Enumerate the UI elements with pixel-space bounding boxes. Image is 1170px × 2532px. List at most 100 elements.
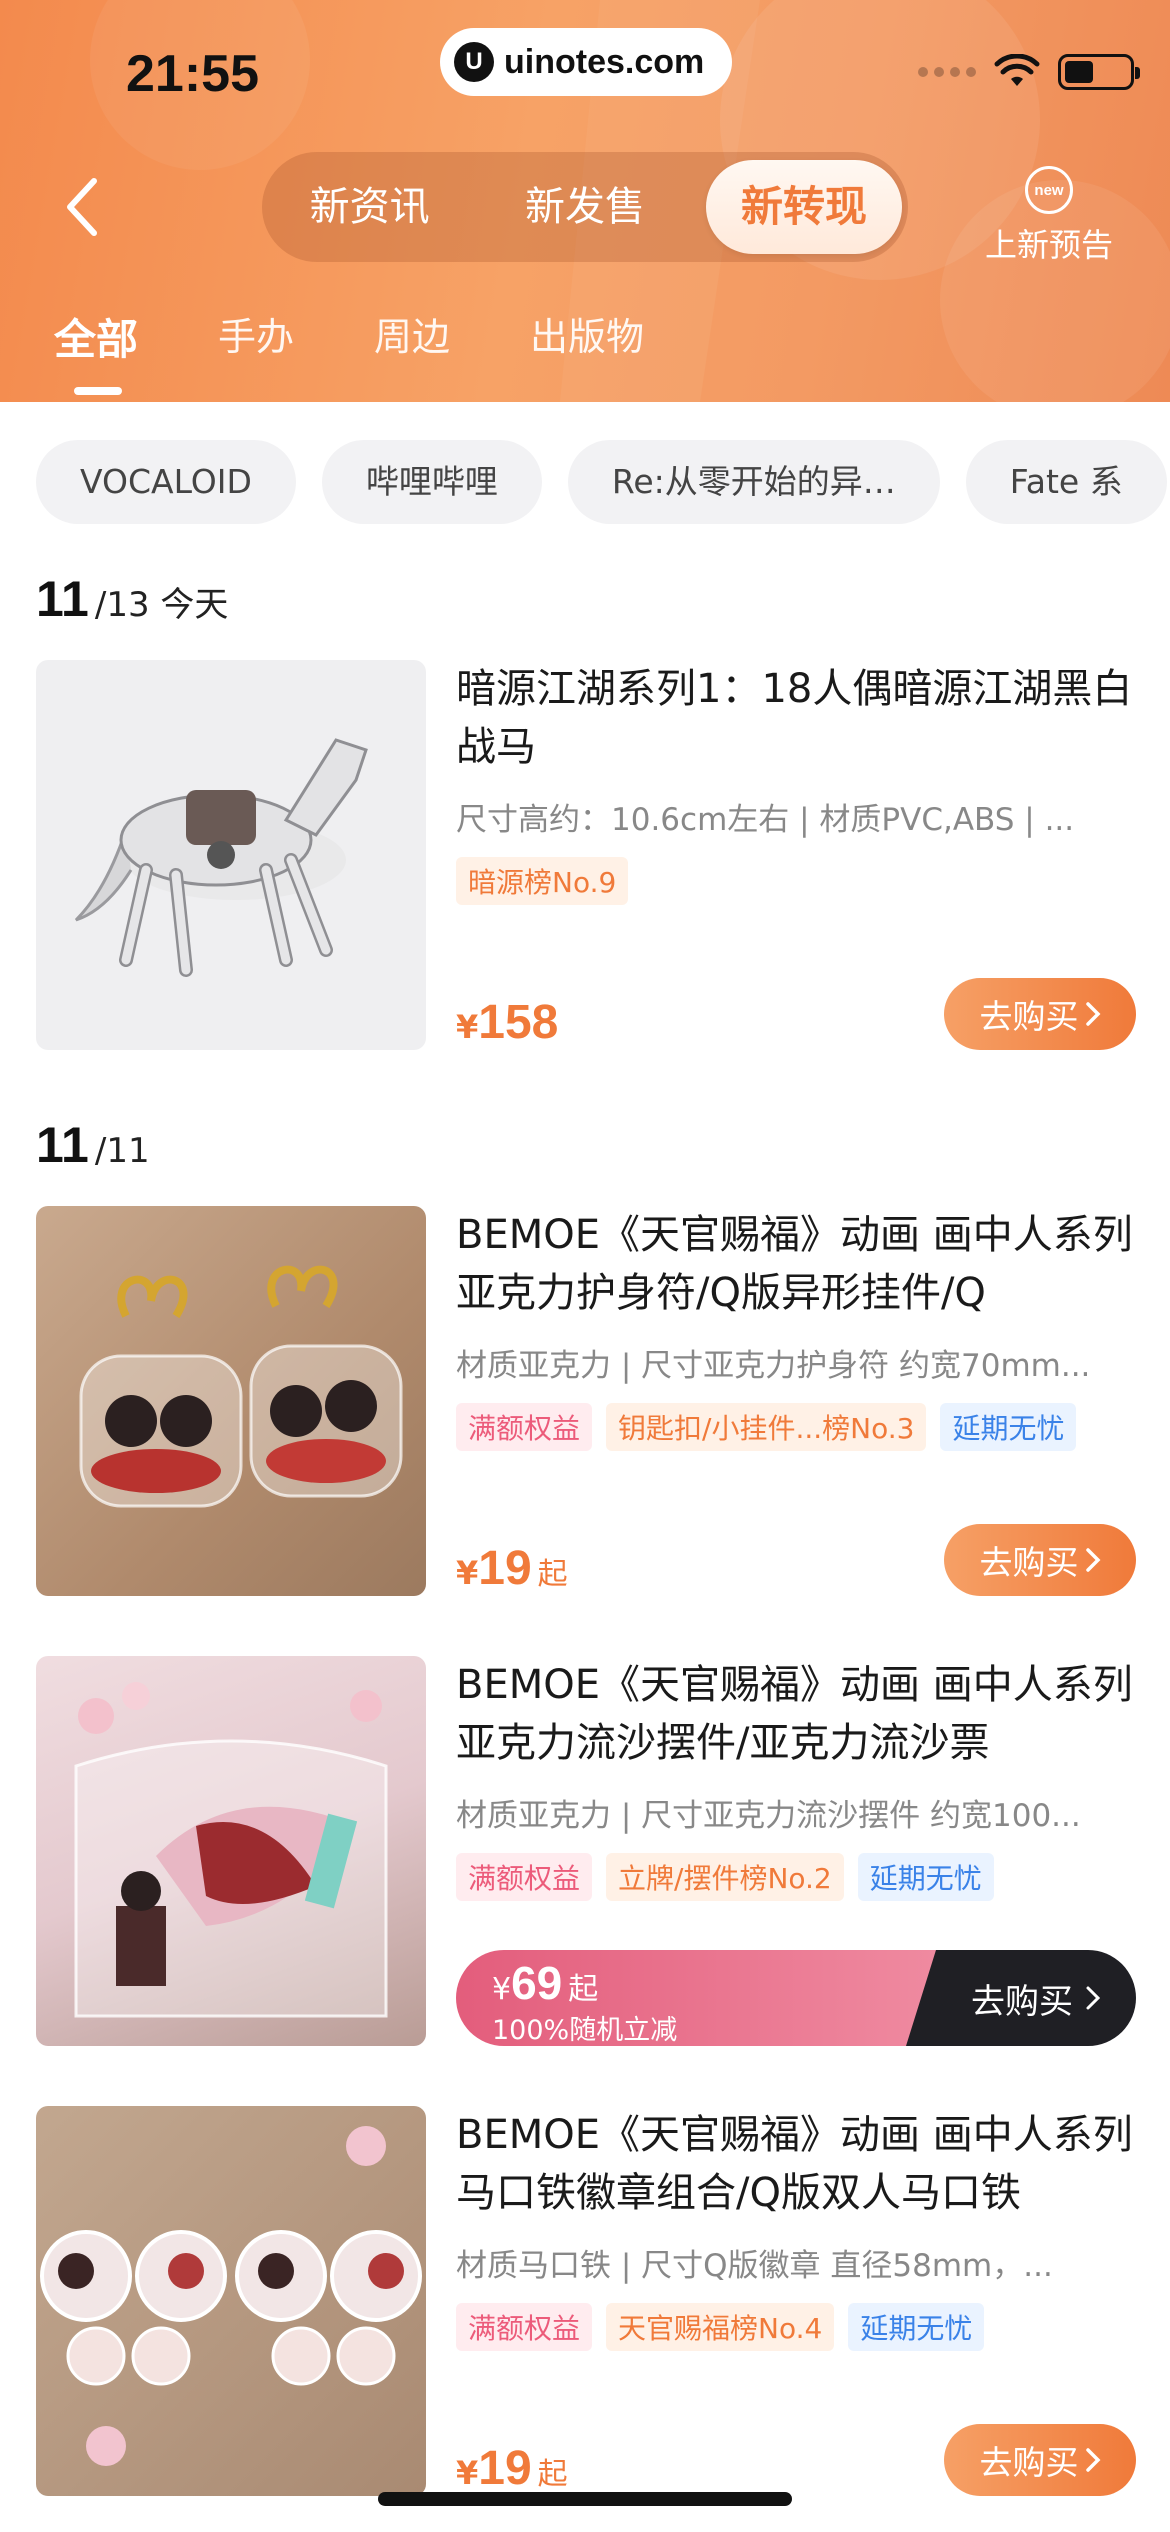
buy-button[interactable]: 去购买 <box>906 1950 1136 2046</box>
product-info: BEMOE《天官赐福》动画 画中人系列 马口铁徽章组合/Q版双人马口铁 材质马口… <box>456 2106 1136 2496</box>
benefit-tag: 满额权益 <box>456 2303 593 2351</box>
chevron-right-icon <box>1086 1986 1101 2010</box>
acrylic-charm-image <box>79 1265 403 1508</box>
benefit-tag: 满额权益 <box>456 1403 593 1451</box>
promo-price: ¥ 69 起 100%随机立减 <box>456 1950 936 2046</box>
chip-bilibili[interactable]: 哔哩哔哩 <box>321 440 542 524</box>
product-title[interactable]: BEMOE《天官赐福》动画 画中人系列 亚克力流沙摆件/亚克力流沙票 <box>456 1656 1136 1772</box>
chevron-right-icon <box>1085 2448 1100 2472</box>
url-pill: U uinotes.com <box>440 28 732 96</box>
buy-button[interactable]: 去购买 <box>944 1524 1136 1596</box>
rank-tag: 暗源榜No.9 <box>456 857 629 905</box>
price-suffix: 起 <box>537 2457 568 2492</box>
chevron-left-icon <box>67 178 97 236</box>
buy-button[interactable]: 去购买 <box>944 978 1136 1050</box>
product-card[interactable]: BEMOE《天官赐福》动画 画中人系列 亚克力护身符/Q版异形挂件/Q 材质亚克… <box>36 1206 1136 1596</box>
product-price: ¥ 19 起 <box>456 1541 568 1596</box>
acrylic-stand-image <box>74 1682 388 2018</box>
price-value: 158 <box>478 996 559 1049</box>
new-preview-button[interactable]: new 上新预告 <box>984 166 1114 266</box>
product-tags: 暗源榜No.9 <box>456 857 1136 905</box>
tab-all[interactable]: 全部 <box>54 306 138 395</box>
product-info: 暗源江湖系列1：18人偶暗源江湖黑白战马 尺寸高约：10.6cm左右 | 材质P… <box>456 660 1136 1050</box>
chip-rezero[interactable]: Re:从零开始的异… <box>567 440 940 524</box>
date-day: 11 <box>36 571 89 627</box>
back-button[interactable] <box>52 172 112 242</box>
date-rest: /11 <box>94 1131 150 1171</box>
buy-button-label: 去购买 <box>979 997 1079 1036</box>
date-day: 11 <box>36 1117 89 1173</box>
tab-figures[interactable]: 手办 <box>218 306 294 361</box>
price-value: 19 <box>478 1542 532 1595</box>
product-price: ¥ 158 <box>456 995 558 1050</box>
chevron-right-icon <box>1085 1548 1100 1572</box>
buy-button-label: 去购买 <box>979 1543 1079 1582</box>
product-spec: 材质马口铁 | 尺寸Q版徽章 直径58mm，... <box>456 2248 1053 2284</box>
rank-tag: 立牌/摆件榜No.2 <box>606 1853 844 1901</box>
delay-tag: 延期无忧 <box>848 2303 985 2351</box>
tab-publications[interactable]: 出版物 <box>530 306 644 361</box>
chip-vocaloid[interactable]: VOCALOID <box>36 440 296 524</box>
price-suffix: 起 <box>537 1557 568 1592</box>
product-spec: 尺寸高约：10.6cm左右 | 材质PVC,ABS | ... <box>456 802 1075 838</box>
product-price: ¥ 19 起 <box>456 2441 568 2496</box>
buy-button-label: 去购买 <box>971 1981 1073 2022</box>
product-title[interactable]: BEMOE《天官赐福》动画 画中人系列 亚克力护身符/Q版异形挂件/Q <box>456 1206 1136 1322</box>
promo-text: 100%随机立减 <box>492 2015 678 2046</box>
currency-symbol: ¥ <box>456 2454 479 2492</box>
category-tabs: 全部 手办 周边 出版物 <box>54 306 724 395</box>
product-image[interactable] <box>36 660 426 1050</box>
product-image[interactable] <box>36 2106 426 2496</box>
product-tags: 满额权益 钥匙扣/小挂件...榜No.3 延期无忧 <box>456 1403 1136 1451</box>
signal-icon <box>918 67 976 77</box>
rank-tag: 钥匙扣/小挂件...榜No.3 <box>606 1403 927 1451</box>
currency-symbol: ¥ <box>456 1008 479 1046</box>
product-info: BEMOE《天官赐福》动画 画中人系列 亚克力护身符/Q版异形挂件/Q 材质亚克… <box>456 1206 1136 1596</box>
product-spec: 材质亚克力 | 尺寸亚克力护身符 约宽70mm... <box>456 1348 1091 1384</box>
uinotes-logo-icon: U <box>454 42 494 82</box>
segment-resale[interactable]: 新转现 <box>706 160 902 254</box>
chevron-right-icon <box>1085 1002 1100 1026</box>
price-value: 19 <box>478 2442 532 2495</box>
date-header: 11 /13 今天 <box>36 570 228 628</box>
product-image[interactable] <box>36 1656 426 2046</box>
product-tags: 满额权益 立牌/摆件榜No.2 延期无忧 <box>456 1853 1136 1901</box>
rank-tag: 天官赐福榜No.4 <box>606 2303 835 2351</box>
price-suffix: 起 <box>568 1972 599 2007</box>
date-rest: /13 今天 <box>94 585 229 625</box>
horse-figure-image <box>74 738 368 977</box>
product-info: BEMOE《天官赐福》动画 画中人系列 亚克力流沙摆件/亚克力流沙票 材质亚克力… <box>456 1656 1136 2046</box>
status-icons <box>918 54 1140 90</box>
url-text: uinotes.com <box>504 42 705 81</box>
status-time: 21:55 <box>126 45 259 103</box>
currency-symbol: ¥ <box>492 1972 512 2007</box>
battery-icon <box>1058 54 1140 90</box>
segment-control: 新资讯 新发售 新转现 <box>262 152 908 262</box>
segment-release[interactable]: 新发售 <box>477 152 692 262</box>
buy-button[interactable]: 去购买 <box>944 2424 1136 2496</box>
new-badge-icon: new <box>1025 166 1073 214</box>
product-card[interactable]: BEMOE《天官赐福》动画 画中人系列 亚克力流沙摆件/亚克力流沙票 材质亚克力… <box>36 1656 1136 2046</box>
product-image[interactable] <box>36 1206 426 1596</box>
badge-set-image <box>40 2126 422 2466</box>
wifi-icon <box>994 54 1040 86</box>
segment-news[interactable]: 新资讯 <box>262 152 477 262</box>
product-tags: 满额权益 天官赐福榜No.4 延期无忧 <box>456 2303 1136 2351</box>
product-card[interactable]: 暗源江湖系列1：18人偶暗源江湖黑白战马 尺寸高约：10.6cm左右 | 材质P… <box>36 660 1136 1050</box>
benefit-tag: 满额权益 <box>456 1853 593 1901</box>
product-spec: 材质亚克力 | 尺寸亚克力流沙摆件 约宽100... <box>456 1798 1081 1834</box>
page-header: 21:55 U uinotes.com 新资讯 新发售 新转现 new 上新预告… <box>0 0 1170 402</box>
filter-chips: VOCALOID 哔哩哔哩 Re:从零开始的异… Fate 系 <box>36 440 1167 524</box>
home-indicator[interactable] <box>378 2492 792 2506</box>
new-preview-label: 上新预告 <box>984 226 1113 264</box>
buy-button-label: 去购买 <box>979 2443 1079 2482</box>
promo-price-bar[interactable]: ¥ 69 起 100%随机立减 去购买 <box>456 1950 1136 2046</box>
delay-tag: 延期无忧 <box>857 1853 994 1901</box>
product-title[interactable]: BEMOE《天官赐福》动画 画中人系列 马口铁徽章组合/Q版双人马口铁 <box>456 2106 1136 2222</box>
delay-tag: 延期无忧 <box>940 1403 1077 1451</box>
product-title[interactable]: 暗源江湖系列1：18人偶暗源江湖黑白战马 <box>456 660 1136 776</box>
tab-merch[interactable]: 周边 <box>374 306 450 361</box>
product-card[interactable]: BEMOE《天官赐福》动画 画中人系列 马口铁徽章组合/Q版双人马口铁 材质马口… <box>36 2106 1136 2496</box>
date-header: 11 /11 <box>36 1116 150 1174</box>
chip-fate[interactable]: Fate 系 <box>965 440 1167 524</box>
